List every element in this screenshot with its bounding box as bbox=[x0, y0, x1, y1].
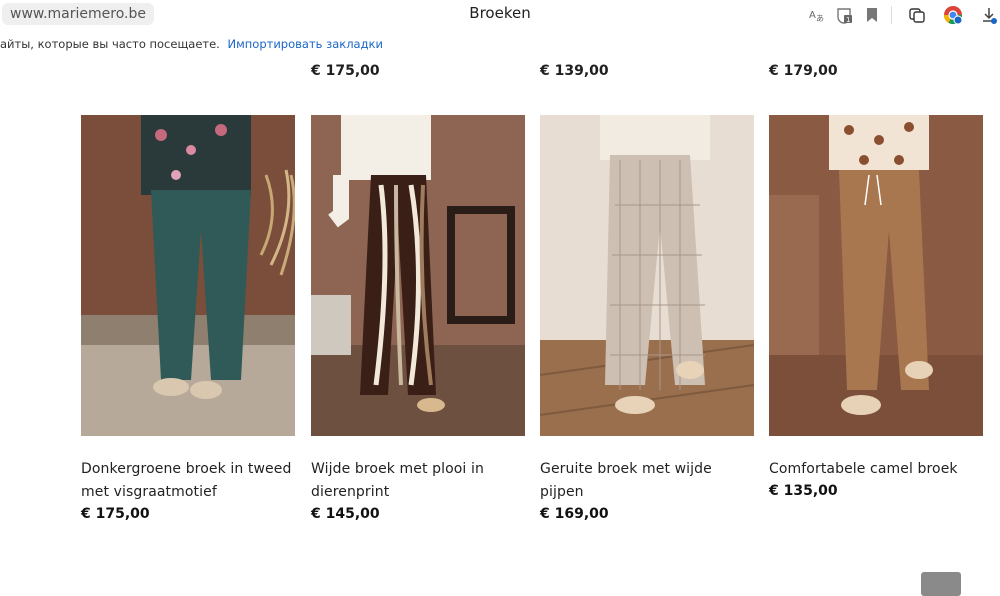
product-card[interactable]: Donkergroene broek in tweed met visgraat… bbox=[81, 115, 295, 522]
product-price: € 169,00 bbox=[540, 506, 609, 522]
bookmarks-bar: айты, которые вы часто посещаете. Импорт… bbox=[0, 33, 1000, 55]
translate-icon[interactable]: Aあ bbox=[805, 4, 827, 26]
product-name[interactable]: Donkergroene broek in tweed met visgraat… bbox=[81, 458, 295, 504]
product-price: € 175,00 bbox=[311, 63, 380, 79]
shield-counter-icon[interactable]: 1 bbox=[833, 4, 855, 26]
product-price: € 139,00 bbox=[540, 63, 609, 79]
product-name[interactable]: Wijde broek met plooi in dierenprint bbox=[311, 458, 525, 504]
product-grid: € 175,00 € 139,00 € 179,00 Donkergroene … bbox=[0, 56, 1000, 596]
collections-icon[interactable] bbox=[906, 4, 928, 26]
product-image[interactable] bbox=[540, 115, 754, 436]
product-price: € 135,00 bbox=[769, 483, 838, 499]
browser-top-bar: www.mariemero.be Broeken Aあ 1 bbox=[0, 0, 1000, 30]
toolbar-divider bbox=[891, 6, 892, 24]
download-icon[interactable] bbox=[978, 4, 1000, 26]
product-card[interactable]: Geruite broek met wijde pijpen € 169,00 bbox=[540, 115, 754, 522]
product-price: € 175,00 bbox=[81, 506, 150, 522]
svg-text:A: A bbox=[809, 10, 816, 21]
import-bookmarks-link[interactable]: Импортировать закладки bbox=[228, 37, 383, 51]
bookmark-icon[interactable] bbox=[861, 4, 883, 26]
scroll-to-top-button[interactable] bbox=[921, 572, 961, 596]
svg-text:1: 1 bbox=[846, 16, 850, 24]
toolbar-icons: Aあ 1 bbox=[799, 0, 1000, 30]
bookmarks-hint: айты, которые вы часто посещаете. bbox=[0, 37, 220, 51]
svg-text:あ: あ bbox=[816, 14, 824, 23]
product-price: € 145,00 bbox=[311, 506, 380, 522]
chrome-profile-icon[interactable] bbox=[942, 4, 964, 26]
previous-row-prices: € 175,00 € 139,00 € 179,00 bbox=[0, 60, 1000, 82]
product-card[interactable]: Wijde broek met plooi in dierenprint € 1… bbox=[311, 115, 525, 522]
product-image[interactable] bbox=[81, 115, 295, 436]
product-image[interactable] bbox=[311, 115, 525, 436]
product-name[interactable]: Geruite broek met wijde pijpen bbox=[540, 458, 754, 504]
product-card[interactable]: Comfortabele camel broek € 135,00 bbox=[769, 115, 983, 499]
product-name[interactable]: Comfortabele camel broek bbox=[769, 458, 983, 481]
product-image[interactable] bbox=[769, 115, 983, 436]
product-price: € 179,00 bbox=[769, 63, 838, 79]
